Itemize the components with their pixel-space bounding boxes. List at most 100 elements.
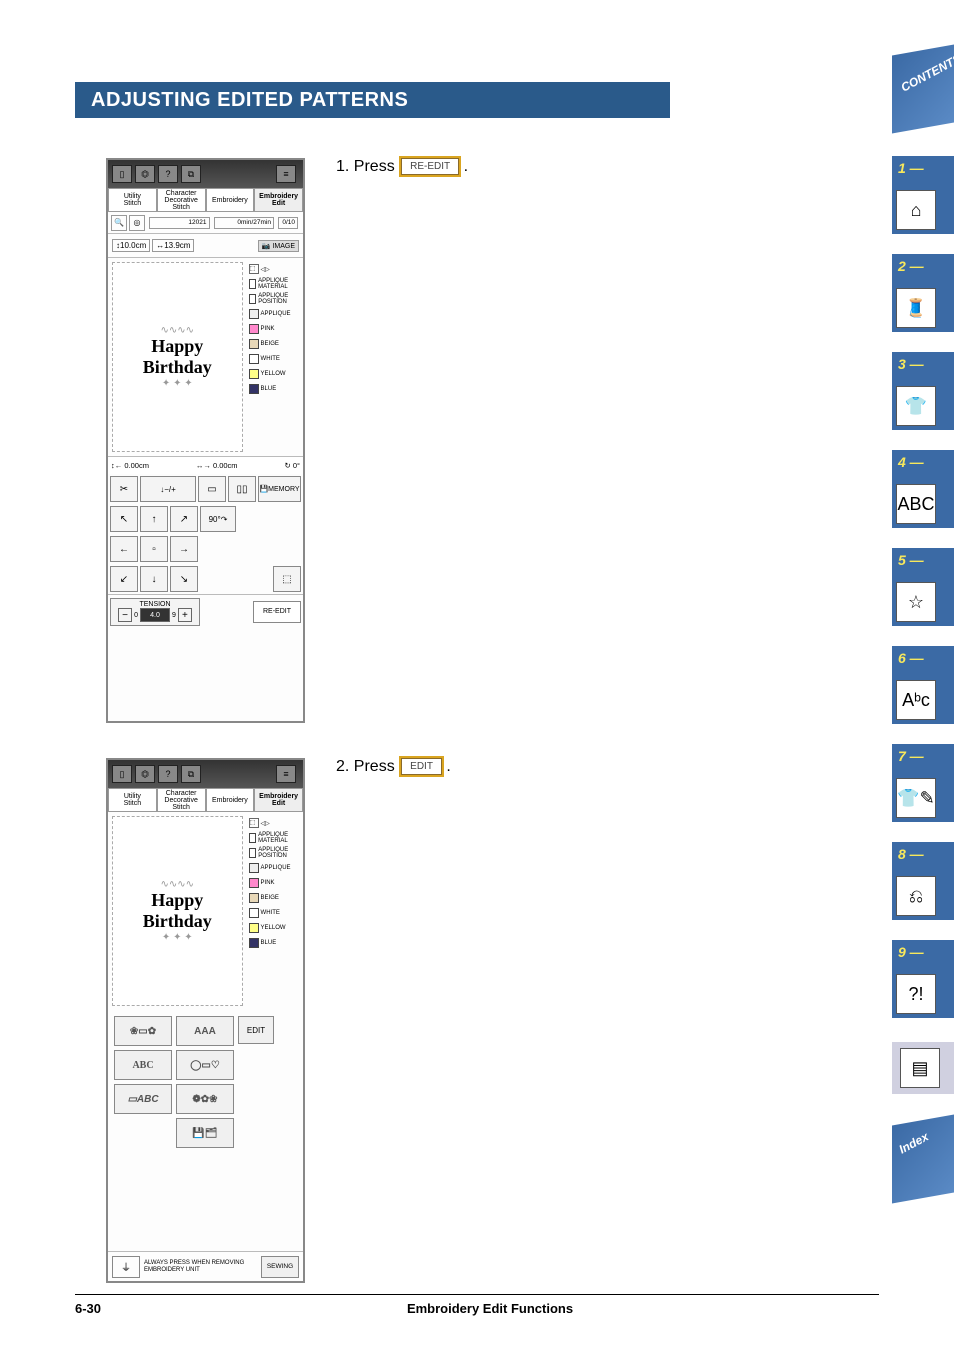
bottom-bar: ⏚ ALWAYS PRESS WHEN REMOVING EMBROIDERY … [108, 1251, 303, 1281]
foot-icon[interactable]: ▯ [112, 165, 132, 183]
color-item: WHITE [247, 351, 303, 366]
help-icon[interactable]: ? [158, 165, 178, 183]
tab-embroidery-edit[interactable]: Embroidery Edit [254, 788, 303, 812]
spool-icon[interactable]: ⬚ [249, 264, 259, 274]
fonts-abc-button[interactable]: ABC [114, 1050, 172, 1080]
fwd-icon[interactable]: ▷ [265, 820, 270, 827]
menu-icon[interactable]: ≡ [276, 165, 296, 183]
image-button[interactable]: 📷 IMAGE [258, 240, 299, 252]
preview-line1: Happy [151, 890, 203, 911]
tab-embroidery[interactable]: Embroidery [206, 188, 255, 212]
arrow-ne-button[interactable]: ↗ [170, 506, 198, 532]
card-button[interactable]: 💾🗂 [176, 1118, 234, 1148]
magnify-icon[interactable]: 🔍 [111, 215, 127, 231]
tension-value: 4.0 [140, 608, 170, 622]
page-footer: 6-30 Embroidery Edit Functions [75, 1294, 879, 1316]
side-tab-index[interactable]: Index [892, 1120, 954, 1198]
lock-icon[interactable]: ⏣ [135, 765, 155, 783]
color-item: YELLOW [247, 366, 303, 381]
arrow-sw-button[interactable]: ↙ [110, 566, 138, 592]
menu-icon[interactable]: ≡ [276, 765, 296, 783]
spool-nav: ⬚ ◁ ▷ [247, 816, 303, 830]
re-edit-button[interactable]: RE-EDIT [253, 601, 301, 623]
spool-top-icon[interactable]: ⧉ [181, 765, 201, 783]
step-button[interactable]: ↓−/+ [140, 476, 196, 502]
chain-stitch-icon: ⎌ [896, 876, 936, 916]
tab-utility-stitch[interactable]: Utility Stitch [108, 188, 157, 212]
fwd-icon[interactable]: ▷ [265, 266, 270, 273]
arrow-n-button[interactable]: ↑ [140, 506, 168, 532]
swirl-bottom-icon: ✦ ✦ ✦ [162, 378, 193, 389]
tab-embroidery-edit[interactable]: Embroidery Edit [254, 188, 303, 212]
machine-icon: ⌂ [896, 190, 936, 230]
side-tab-1[interactable]: 1 — ⌂ [892, 156, 954, 234]
lcd-screenshot-1: ▯ ⏣ ? ⧉ ≡ Utility Stitch Character Decor… [106, 158, 305, 723]
edit-button[interactable]: EDIT [238, 1016, 274, 1044]
spool-icon[interactable]: ⬚ [249, 818, 259, 828]
spool-nav: ⬚ ◁ ▷ [247, 262, 303, 276]
memory-button[interactable]: 💾MEMORY [258, 476, 301, 502]
step2-text: Press [354, 758, 395, 775]
color-item: BLUE [247, 935, 303, 950]
side-tab-3[interactable]: 3 — 👕 [892, 352, 954, 430]
side-tab-8[interactable]: 8 — ⎌ [892, 842, 954, 920]
color-item: BLUE [247, 381, 303, 396]
arrow-nw-button[interactable]: ↖ [110, 506, 138, 532]
fonts-aaa-button[interactable]: AAA [176, 1016, 234, 1046]
tabs-row: Utility Stitch Character Decorative Stit… [108, 788, 303, 812]
thread-spool-icon: 🧵 [896, 288, 936, 328]
pattern-menu-grid: ❀▭✿ AAA EDIT ABC ◯▭♡ ▭ABC ❁✿❀ 💾🗂 [108, 1010, 303, 1158]
tools-row-3: ← ▫ → [108, 534, 303, 564]
foot-icon[interactable]: ▯ [112, 765, 132, 783]
swirl-top-icon: ∿∿∿∿ [161, 325, 195, 336]
tools-row-1: ✂ ↓−/+ ▭ ▯▯ 💾MEMORY [108, 474, 303, 504]
arrow-se-button[interactable]: ↘ [170, 566, 198, 592]
side-tab-2[interactable]: 2 — 🧵 [892, 254, 954, 332]
color-item: APPLIQUE MATERIAL [247, 830, 303, 845]
unplug-icon[interactable]: ⏚ [112, 1256, 140, 1278]
swirl-bottom-icon: ✦ ✦ ✦ [162, 932, 193, 943]
color-item: APPLIQUE MATERIAL [247, 276, 303, 291]
side-tab-stack[interactable]: ▤ [892, 1042, 954, 1094]
step1-num: 1. [336, 158, 349, 175]
fonts-abc-script-button[interactable]: ▭ABC [114, 1084, 172, 1114]
shapes-button[interactable]: ◯▭♡ [176, 1050, 234, 1080]
tab-embroidery[interactable]: Embroidery [206, 788, 255, 812]
color-item: BEIGE [247, 890, 303, 905]
instruction-1: 1. Press RE-EDIT . [336, 158, 468, 176]
tab-char-decorative[interactable]: Character Decorative Stitch [157, 788, 206, 812]
layers-button[interactable]: ▯▯ [228, 476, 256, 502]
color-swatch [249, 384, 259, 394]
sewing-button[interactable]: SEWING [261, 1256, 299, 1278]
tab-utility-stitch[interactable]: Utility Stitch [108, 788, 157, 812]
frame-button[interactable]: ⬚ [273, 566, 301, 592]
arrow-e-button[interactable]: → [170, 536, 198, 562]
side-tab-contents[interactable]: CONTENTS [892, 50, 954, 128]
color-swatch [249, 339, 259, 349]
baste-button[interactable]: ▭ [198, 476, 226, 502]
side-tab-9[interactable]: 9 — ?! [892, 940, 954, 1018]
tension-minus-button[interactable]: − [118, 608, 132, 622]
color-item: APPLIQUE [247, 860, 303, 875]
center-button[interactable]: ▫ [140, 536, 168, 562]
help-icon[interactable]: ? [158, 765, 178, 783]
arrow-w-button[interactable]: ← [110, 536, 138, 562]
arrow-s-button[interactable]: ↓ [140, 566, 168, 592]
side-tab-6[interactable]: 6 — Aᵇc [892, 646, 954, 724]
time-display: 0min/27min [214, 217, 275, 229]
scissors-button[interactable]: ✂ [110, 476, 138, 502]
top-icon-bar: ▯ ⏣ ? ⧉ ≡ [108, 760, 303, 788]
decorative-button[interactable]: ❁✿❀ [176, 1084, 234, 1114]
tension-plus-button[interactable]: + [178, 608, 192, 622]
designs-button[interactable]: ❀▭✿ [114, 1016, 172, 1046]
color-list: ⬚ ◁ ▷ APPLIQUE MATERIAL APPLIQUE POSITIO… [247, 258, 303, 456]
footer-section-title: Embroidery Edit Functions [101, 1301, 879, 1316]
side-tab-4[interactable]: 4 — ABC [892, 450, 954, 528]
rotate-90-button[interactable]: 90°↷ [200, 506, 236, 532]
side-tab-7[interactable]: 7 — 👕✎ [892, 744, 954, 822]
tools-row-2: ↖ ↑ ↗ 90°↷ [108, 504, 303, 534]
tab-char-decorative[interactable]: Character Decorative Stitch [157, 188, 206, 212]
spool-top-icon[interactable]: ⧉ [181, 165, 201, 183]
side-tab-5[interactable]: 5 — ☆ [892, 548, 954, 626]
lock-icon[interactable]: ⏣ [135, 165, 155, 183]
